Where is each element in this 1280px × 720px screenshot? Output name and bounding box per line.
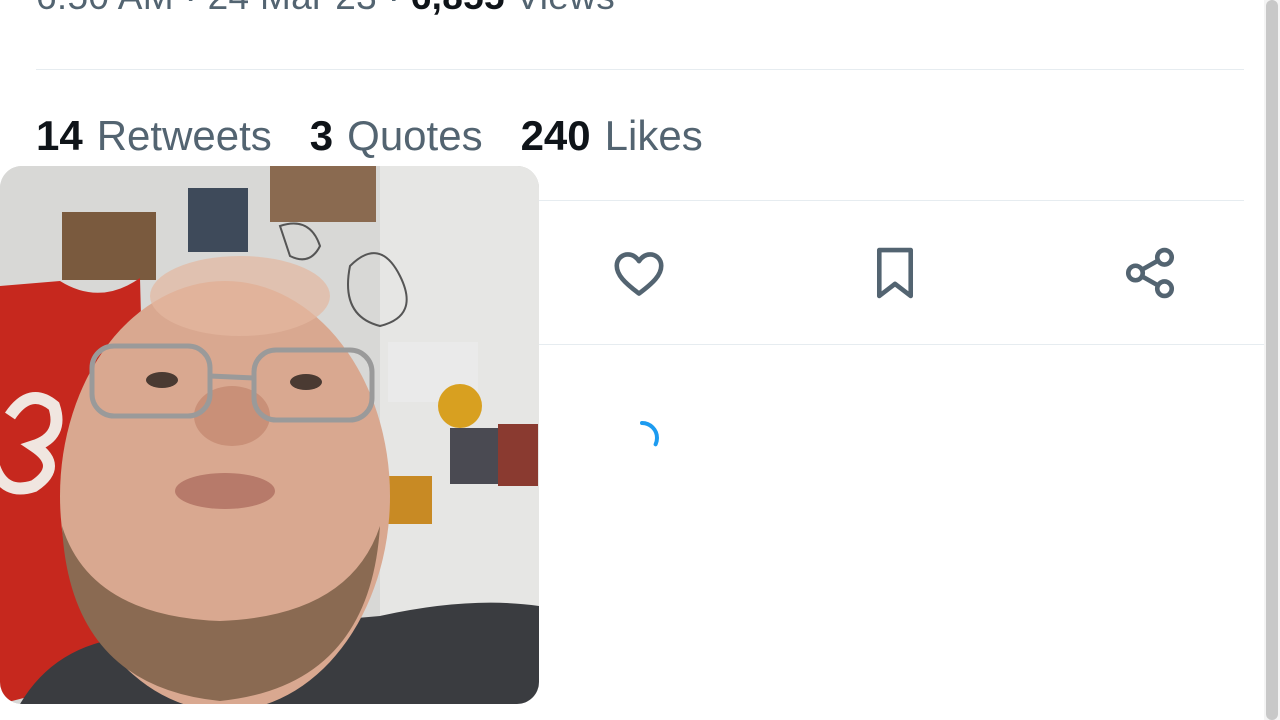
like-button[interactable] <box>604 238 674 308</box>
retweets-label: Retweets <box>96 112 272 159</box>
bookmark-button[interactable] <box>860 238 930 308</box>
views-count[interactable]: 6,855 <box>411 0 505 17</box>
retweets-count: 14 <box>36 112 83 159</box>
likes-label: Likes <box>604 112 703 159</box>
heart-icon <box>614 252 664 296</box>
tweet-meta-row: 6:50 AM · 24 Mar 23 · 6,855 Views <box>36 0 615 18</box>
quotes-stat[interactable]: 3 Quotes <box>310 112 483 160</box>
meta-separator: · <box>184 0 197 17</box>
scrollbar[interactable] <box>1264 0 1280 720</box>
webcam-overlay <box>0 166 539 704</box>
share-icon <box>1125 247 1175 299</box>
likes-count: 240 <box>520 112 591 159</box>
tweet-time: 6:50 AM <box>36 0 174 17</box>
loading-spinner-icon <box>625 421 659 455</box>
share-button[interactable] <box>1115 238 1185 308</box>
meta-separator: · <box>388 0 401 17</box>
webcam-video-image <box>0 166 539 704</box>
views-label[interactable]: Views <box>515 0 615 17</box>
tweet-date: 24 Mar 23 <box>208 0 377 17</box>
likes-stat[interactable]: 240 Likes <box>521 112 703 160</box>
quotes-label: Quotes <box>347 112 483 159</box>
bookmark-icon <box>876 247 914 299</box>
quotes-count: 3 <box>309 112 334 159</box>
tweet-detail-screen: 6:50 AM · 24 Mar 23 · 6,855 Views 14 Ret… <box>0 0 1280 720</box>
retweets-stat[interactable]: 14 Retweets <box>36 112 272 160</box>
divider <box>36 69 1244 70</box>
engagement-stats: 14 Retweets 3 Quotes 240 Likes <box>36 112 703 160</box>
scrollbar-thumb[interactable] <box>1266 0 1278 720</box>
